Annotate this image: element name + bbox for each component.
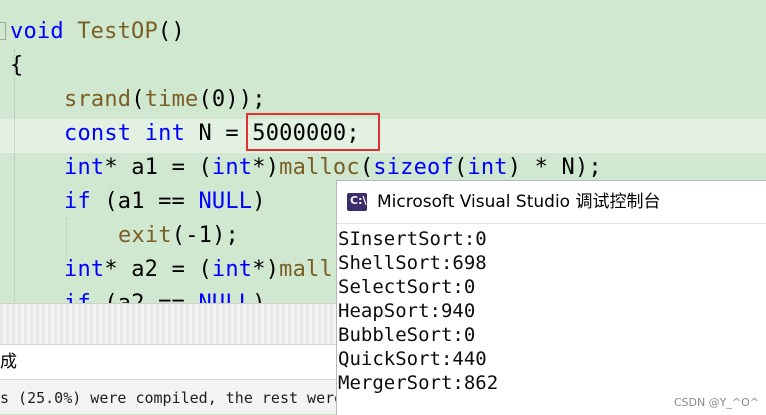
indent-guide <box>66 218 67 254</box>
code-line-if-a1: if (a1 == NULL) <box>64 189 266 214</box>
code-line-open-brace: { <box>10 53 24 78</box>
watermark: CSDN @Y_^O^ <box>673 396 759 409</box>
code-line-exit: exit(-1); <box>118 223 240 248</box>
output-panel-toolbar <box>0 303 340 344</box>
code-line-srand: srand(time(0)); <box>64 87 266 112</box>
output-panel: 成 s (25.0%) were compiled, the rest were <box>0 303 340 414</box>
console-line: QuickSort:440 <box>338 348 487 370</box>
code-line-function-signature: void TestOP() <box>10 19 185 44</box>
console-line: SInsertSort:0 <box>338 228 487 250</box>
collapse-marker[interactable] <box>0 22 6 40</box>
output-text: s (25.0%) were compiled, the rest were <box>0 389 340 407</box>
indent-guide <box>14 50 15 310</box>
console-output: SInsertSort:0 ShellSort:698 SelectSort:0… <box>337 227 766 395</box>
console-line: SelectSort:0 <box>338 276 476 298</box>
console-app-icon: C:\ <box>347 193 367 211</box>
console-titlebar[interactable]: C:\ Microsoft Visual Studio 调试控制台 <box>337 181 766 224</box>
console-line: BubbleSort:0 <box>338 324 476 346</box>
output-source-select[interactable]: 成 <box>0 344 340 380</box>
console-title: Microsoft Visual Studio 调试控制台 <box>377 192 661 212</box>
highlight-box <box>246 113 380 151</box>
debug-console-window[interactable]: C:\ Microsoft Visual Studio 调试控制台 SInser… <box>336 180 766 415</box>
console-line: HeapSort:940 <box>338 300 476 322</box>
console-line: MergerSort:862 <box>338 372 499 394</box>
code-line-malloc-a2: int* a2 = (int*)mall <box>64 257 333 282</box>
console-line: ShellSort:698 <box>338 252 487 274</box>
